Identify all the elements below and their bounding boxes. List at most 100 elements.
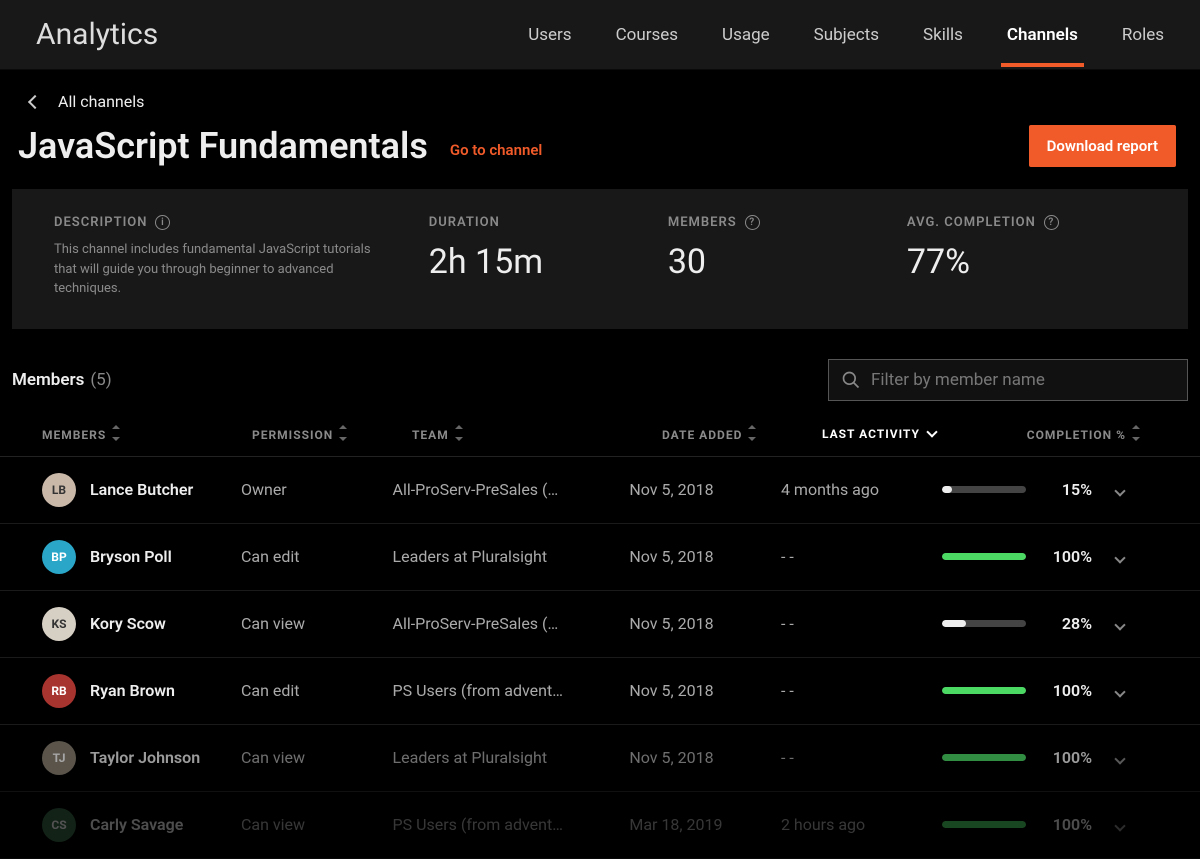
table-row[interactable]: LBLance ButcherOwnerAll-ProServ-PreSales… <box>0 457 1200 524</box>
stat-members-label: MEMBERS <box>668 215 737 230</box>
go-to-channel-link[interactable]: Go to channel <box>450 141 543 159</box>
expand-row-icon[interactable] <box>1110 815 1130 834</box>
sort-icon <box>1132 427 1140 439</box>
tab-users[interactable]: Users <box>528 25 571 67</box>
last-activity-value: 4 months ago <box>781 480 942 499</box>
completion-value: 100% <box>1044 547 1092 566</box>
last-activity-value: - - <box>781 748 942 767</box>
avatar: CS <box>42 808 76 842</box>
permission-value: Can edit <box>241 547 393 566</box>
info-icon[interactable]: i <box>155 215 170 230</box>
help-icon[interactable]: ? <box>1044 215 1059 230</box>
sort-icon <box>112 427 120 439</box>
stat-duration: DURATION 2h 15m <box>429 215 668 299</box>
table-row[interactable]: TJ Taylor Johnson Can viewLeaders at Plura… <box>0 725 1200 792</box>
date-added-value: Nov 5, 2018 <box>629 547 781 566</box>
col-date-added[interactable]: DATE ADDED <box>662 427 822 442</box>
filter-box[interactable] <box>828 359 1188 401</box>
members-count: (5) <box>90 370 111 390</box>
date-added-value: Nov 5, 2018 <box>629 748 781 767</box>
permission-value: Can view <box>241 614 393 633</box>
col-team[interactable]: TEAM <box>412 427 662 442</box>
stat-members-value: 30 <box>668 242 907 282</box>
completion-value: 100% <box>1044 815 1092 834</box>
member-name: Taylor Johnson <box>90 748 200 767</box>
table-row[interactable]: CSCarly SavageCan viewPS Users (from adv… <box>0 792 1200 859</box>
avatar: LB <box>42 473 76 507</box>
search-icon <box>841 370 861 390</box>
members-label: Members <box>12 370 84 390</box>
page-title: Analytics <box>36 17 528 52</box>
avatar: TJ <box>42 741 76 775</box>
last-activity-value: 2 hours ago <box>781 815 942 834</box>
sort-icon <box>748 427 756 439</box>
completion-value: 100% <box>1044 681 1092 700</box>
table-row[interactable]: KS Kory Scow Can viewAll-ProServ-PreSales … <box>0 591 1200 658</box>
chevron-left-icon <box>28 94 42 108</box>
stat-duration-value: 2h 15m <box>429 242 668 282</box>
top-bar: Analytics Users Courses Usage Subjects S… <box>0 0 1200 70</box>
col-completion[interactable]: COMPLETION % <box>992 427 1188 442</box>
tab-skills[interactable]: Skills <box>923 25 963 67</box>
tab-usage[interactable]: Usage <box>722 25 770 67</box>
breadcrumb-label: All channels <box>58 92 144 111</box>
table-head: MEMBERS PERMISSION TEAM DATE ADDED LAST … <box>0 407 1200 457</box>
team-value: All-ProServ-PreSales (… <box>393 614 630 633</box>
chevron-down-icon <box>926 426 937 437</box>
table-row[interactable]: BPBryson PollCan editLeaders at Pluralsi… <box>0 524 1200 591</box>
channel-title: JavaScript Fundamentals <box>18 125 428 167</box>
table-body: LBLance ButcherOwnerAll-ProServ-PreSales… <box>0 457 1200 859</box>
avatar: RB <box>42 674 76 708</box>
date-added-value: Nov 5, 2018 <box>629 681 781 700</box>
expand-row-icon[interactable] <box>1110 681 1130 700</box>
expand-row-icon[interactable] <box>1110 614 1130 633</box>
tab-channels[interactable]: Channels <box>1007 25 1078 67</box>
tab-subjects[interactable]: Subjects <box>814 25 879 67</box>
title-row: JavaScript Fundamentals Go to channel Do… <box>0 121 1200 189</box>
col-last-activity[interactable]: LAST ACTIVITY <box>822 427 992 441</box>
avatar: KS <box>42 607 76 641</box>
member-name: Kory Scow <box>90 614 166 633</box>
completion-value: 28% <box>1044 614 1092 633</box>
completion-bar <box>942 687 1026 694</box>
col-permission[interactable]: PERMISSION <box>252 427 412 442</box>
stat-description-text: This channel includes fundamental JavaSc… <box>54 240 389 299</box>
tab-courses[interactable]: Courses <box>616 25 678 67</box>
nav-tabs: Users Courses Usage Subjects Skills Chan… <box>528 3 1164 67</box>
breadcrumb[interactable]: All channels <box>0 70 1200 121</box>
filter-input[interactable] <box>871 370 1175 390</box>
completion-bar <box>942 486 1026 493</box>
team-value: PS Users (from advent… <box>393 815 630 834</box>
stat-description-label: DESCRIPTION <box>54 215 147 230</box>
stats-panel: DESCRIPTION i This channel includes fund… <box>12 189 1188 329</box>
col-members[interactable]: MEMBERS <box>42 427 252 442</box>
last-activity-value: - - <box>781 681 942 700</box>
date-added-value: Mar 18, 2019 <box>629 815 781 834</box>
stat-members: MEMBERS ? 30 <box>668 215 907 299</box>
download-report-button[interactable]: Download report <box>1029 125 1176 167</box>
expand-row-icon[interactable] <box>1110 547 1130 566</box>
table-row[interactable]: RBRyan BrownCan editPS Users (from adven… <box>0 658 1200 725</box>
stat-duration-label: DURATION <box>429 215 500 230</box>
permission-value: Can view <box>241 815 393 834</box>
team-value: Leaders at Pluralsight <box>393 748 630 767</box>
last-activity-value: - - <box>781 547 942 566</box>
members-header: Members (5) <box>0 329 1200 407</box>
expand-row-icon[interactable] <box>1110 480 1130 499</box>
completion-value: 15% <box>1044 480 1092 499</box>
permission-value: Can view <box>241 748 393 767</box>
completion-bar <box>942 620 1026 627</box>
completion-bar <box>942 754 1026 761</box>
sort-icon <box>455 427 463 439</box>
completion-bar <box>942 821 1026 828</box>
member-name: Lance Butcher <box>90 480 193 499</box>
member-name: Bryson Poll <box>90 547 172 566</box>
tab-roles[interactable]: Roles <box>1122 25 1164 67</box>
permission-value: Can edit <box>241 681 393 700</box>
help-icon[interactable]: ? <box>745 215 760 230</box>
stat-avg-completion: AVG. COMPLETION ? 77% <box>907 215 1146 299</box>
sort-icon <box>339 427 347 439</box>
expand-row-icon[interactable] <box>1110 748 1130 767</box>
date-added-value: Nov 5, 2018 <box>629 480 781 499</box>
stat-avg-completion-value: 77% <box>907 242 1146 282</box>
